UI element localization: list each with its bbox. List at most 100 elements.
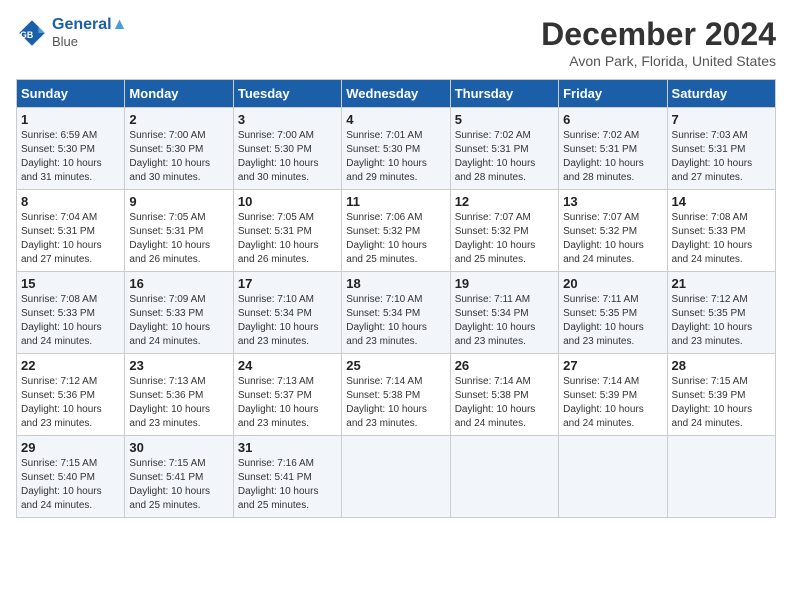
calendar-cell: [667, 436, 775, 518]
day-info: Sunrise: 7:05 AMSunset: 5:31 PMDaylight:…: [129, 211, 228, 267]
calendar-table: SundayMondayTuesdayWednesdayThursdayFrid…: [16, 79, 776, 518]
day-number: 6: [563, 112, 662, 127]
day-number: 30: [129, 440, 228, 455]
calendar-cell: 10 Sunrise: 7:05 AMSunset: 5:31 PMDayligh…: [233, 190, 341, 272]
day-info: Sunrise: 6:59 AMSunset: 5:30 PMDaylight:…: [21, 129, 120, 185]
day-info: Sunrise: 7:13 AMSunset: 5:36 PMDaylight:…: [129, 375, 228, 431]
day-number: 23: [129, 358, 228, 373]
calendar-cell: 26Sunrise: 7:14 AMSunset: 5:38 PMDayligh…: [450, 354, 558, 436]
calendar-cell: 6 Sunrise: 7:02 AMSunset: 5:31 PMDaylight…: [559, 108, 667, 190]
calendar-header-row: SundayMondayTuesdayWednesdayThursdayFrid…: [17, 80, 776, 108]
location: Avon Park, Florida, United States: [541, 53, 776, 69]
day-number: 16: [129, 276, 228, 291]
day-number: 13: [563, 194, 662, 209]
day-info: Sunrise: 7:12 AMSunset: 5:35 PMDaylight:…: [672, 293, 771, 349]
calendar-cell: 22Sunrise: 7:12 AMSunset: 5:36 PMDayligh…: [17, 354, 125, 436]
day-number: 26: [455, 358, 554, 373]
day-number: 7: [672, 112, 771, 127]
day-info: Sunrise: 7:14 AMSunset: 5:38 PMDaylight:…: [346, 375, 445, 431]
day-info: Sunrise: 7:15 AMSunset: 5:40 PMDaylight:…: [21, 457, 120, 513]
calendar-cell: 18Sunrise: 7:10 AMSunset: 5:34 PMDayligh…: [342, 272, 450, 354]
day-info: Sunrise: 7:05 AMSunset: 5:31 PMDaylight:…: [238, 211, 337, 267]
day-number: 25: [346, 358, 445, 373]
calendar-week-row: 8Sunrise: 7:04 AMSunset: 5:31 PMDaylight…: [17, 190, 776, 272]
logo: GB General▲ Blue: [16, 16, 127, 49]
day-info: Sunrise: 7:16 AMSunset: 5:41 PMDaylight:…: [238, 457, 337, 513]
day-info: Sunrise: 7:11 AMSunset: 5:35 PMDaylight:…: [563, 293, 662, 349]
calendar-week-row: 15 Sunrise: 7:08 AMSunset: 5:33 PMDayligh…: [17, 272, 776, 354]
calendar-cell: 9 Sunrise: 7:05 AMSunset: 5:31 PMDaylight…: [125, 190, 233, 272]
page-header: GB General▲ Blue December 2024 Avon Park…: [16, 16, 776, 69]
title-block: December 2024 Avon Park, Florida, United…: [541, 16, 776, 69]
month-title: December 2024: [541, 16, 776, 53]
calendar-cell: 3 Sunrise: 7:00 AMSunset: 5:30 PMDaylight…: [233, 108, 341, 190]
day-number: 5: [455, 112, 554, 127]
day-number: 15: [21, 276, 120, 291]
day-info: Sunrise: 7:08 AMSunset: 5:33 PMDaylight:…: [21, 293, 120, 349]
calendar-cell: [450, 436, 558, 518]
day-number: 11: [346, 194, 445, 209]
day-number: 4: [346, 112, 445, 127]
col-header-friday: Friday: [559, 80, 667, 108]
calendar-cell: 16 Sunrise: 7:09 AMSunset: 5:33 PMDayligh…: [125, 272, 233, 354]
calendar-cell: 20 Sunrise: 7:11 AMSunset: 5:35 PMDayligh…: [559, 272, 667, 354]
col-header-tuesday: Tuesday: [233, 80, 341, 108]
day-info: Sunrise: 7:02 AMSunset: 5:31 PMDaylight:…: [455, 129, 554, 185]
calendar-cell: 25 Sunrise: 7:14 AMSunset: 5:38 PMDayligh…: [342, 354, 450, 436]
calendar-cell: 19Sunrise: 7:11 AMSunset: 5:34 PMDayligh…: [450, 272, 558, 354]
day-number: 31: [238, 440, 337, 455]
day-number: 12: [455, 194, 554, 209]
calendar-cell: 28 Sunrise: 7:15 AMSunset: 5:39 PMDayligh…: [667, 354, 775, 436]
col-header-monday: Monday: [125, 80, 233, 108]
day-number: 18: [346, 276, 445, 291]
calendar-cell: 15 Sunrise: 7:08 AMSunset: 5:33 PMDayligh…: [17, 272, 125, 354]
logo-icon: GB: [16, 17, 48, 49]
day-info: Sunrise: 7:11 AMSunset: 5:34 PMDaylight:…: [455, 293, 554, 349]
calendar-cell: 30 Sunrise: 7:15 AMSunset: 5:41 PMDayligh…: [125, 436, 233, 518]
calendar-cell: 4 Sunrise: 7:01 AMSunset: 5:30 PMDaylight…: [342, 108, 450, 190]
calendar-cell: 23 Sunrise: 7:13 AMSunset: 5:36 PMDayligh…: [125, 354, 233, 436]
calendar-week-row: 29 Sunrise: 7:15 AMSunset: 5:40 PMDayligh…: [17, 436, 776, 518]
day-info: Sunrise: 7:15 AMSunset: 5:41 PMDaylight:…: [129, 457, 228, 513]
calendar-cell: 14Sunrise: 7:08 AMSunset: 5:33 PMDayligh…: [667, 190, 775, 272]
day-info: Sunrise: 7:08 AMSunset: 5:33 PMDaylight:…: [672, 211, 771, 267]
day-number: 21: [672, 276, 771, 291]
calendar-cell: 7 Sunrise: 7:03 AMSunset: 5:31 PMDaylight…: [667, 108, 775, 190]
day-info: Sunrise: 7:15 AMSunset: 5:39 PMDaylight:…: [672, 375, 771, 431]
calendar-cell: 31 Sunrise: 7:16 AMSunset: 5:41 PMDayligh…: [233, 436, 341, 518]
day-number: 10: [238, 194, 337, 209]
calendar-cell: 2 Sunrise: 7:00 AMSunset: 5:30 PMDaylight…: [125, 108, 233, 190]
logo-line1: General: [52, 16, 112, 33]
day-info: Sunrise: 7:14 AMSunset: 5:39 PMDaylight:…: [563, 375, 662, 431]
day-number: 3: [238, 112, 337, 127]
day-info: Sunrise: 7:09 AMSunset: 5:33 PMDaylight:…: [129, 293, 228, 349]
calendar-cell: 29 Sunrise: 7:15 AMSunset: 5:40 PMDayligh…: [17, 436, 125, 518]
calendar-cell: 17Sunrise: 7:10 AMSunset: 5:34 PMDayligh…: [233, 272, 341, 354]
day-number: 20: [563, 276, 662, 291]
calendar-cell: 8Sunrise: 7:04 AMSunset: 5:31 PMDaylight…: [17, 190, 125, 272]
day-info: Sunrise: 7:01 AMSunset: 5:30 PMDaylight:…: [346, 129, 445, 185]
day-info: Sunrise: 7:00 AMSunset: 5:30 PMDaylight:…: [129, 129, 228, 185]
col-header-thursday: Thursday: [450, 80, 558, 108]
day-info: Sunrise: 7:00 AMSunset: 5:30 PMDaylight:…: [238, 129, 337, 185]
day-info: Sunrise: 7:02 AMSunset: 5:31 PMDaylight:…: [563, 129, 662, 185]
logo-text: General▲ Blue: [52, 16, 127, 49]
day-info: Sunrise: 7:04 AMSunset: 5:31 PMDaylight:…: [21, 211, 120, 267]
calendar-cell: 1Sunrise: 6:59 AMSunset: 5:30 PMDaylight…: [17, 108, 125, 190]
day-number: 2: [129, 112, 228, 127]
day-info: Sunrise: 7:03 AMSunset: 5:31 PMDaylight:…: [672, 129, 771, 185]
calendar-cell: 12 Sunrise: 7:07 AMSunset: 5:32 PMDayligh…: [450, 190, 558, 272]
day-number: 29: [21, 440, 120, 455]
calendar-cell: 24Sunrise: 7:13 AMSunset: 5:37 PMDayligh…: [233, 354, 341, 436]
col-header-sunday: Sunday: [17, 80, 125, 108]
calendar-cell: [342, 436, 450, 518]
day-number: 28: [672, 358, 771, 373]
day-info: Sunrise: 7:06 AMSunset: 5:32 PMDaylight:…: [346, 211, 445, 267]
calendar-cell: 27Sunrise: 7:14 AMSunset: 5:39 PMDayligh…: [559, 354, 667, 436]
day-info: Sunrise: 7:13 AMSunset: 5:37 PMDaylight:…: [238, 375, 337, 431]
calendar-cell: 5 Sunrise: 7:02 AMSunset: 5:31 PMDaylight…: [450, 108, 558, 190]
day-number: 17: [238, 276, 337, 291]
day-number: 9: [129, 194, 228, 209]
day-info: Sunrise: 7:07 AMSunset: 5:32 PMDaylight:…: [455, 211, 554, 267]
svg-text:GB: GB: [20, 29, 33, 39]
